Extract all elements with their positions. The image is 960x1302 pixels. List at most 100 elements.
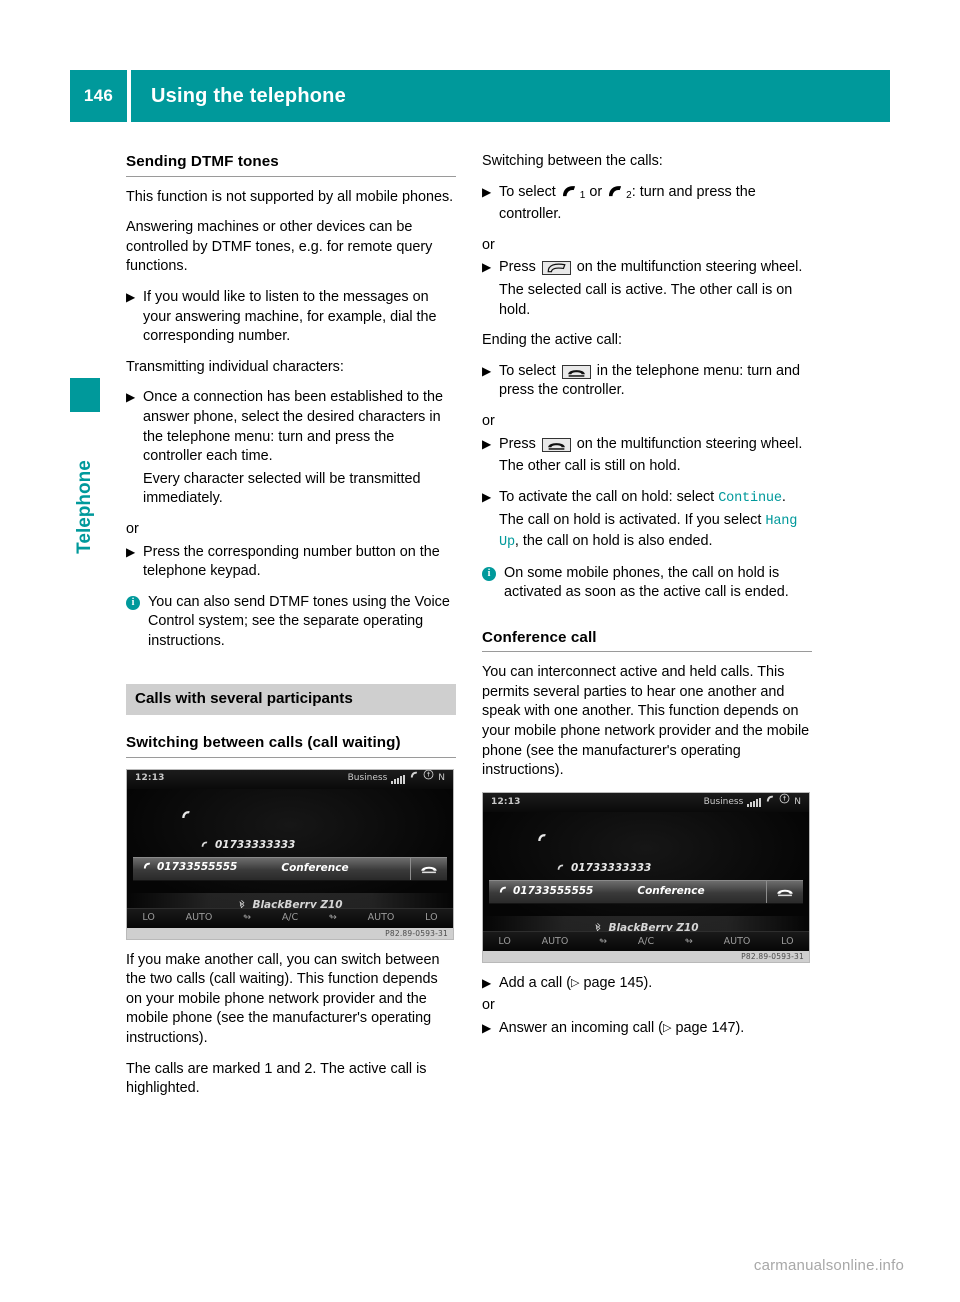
or-connector-2: or [482,412,495,429]
note-text-part-a: The call on hold is activated. If you se… [499,512,762,529]
paragraph-calls-marked: The calls are marked 1 and 2. The active… [126,1060,427,1097]
climate-right-auto: AUTO [723,935,751,947]
end-call-button-icon [541,437,571,452]
or-connector-1: or [482,236,495,253]
bullet-marker-icon: ▶ [482,260,492,275]
call-1-number: 01733333333 [199,836,295,857]
bullet-marker-icon: ▶ [126,289,136,304]
active-call-row[interactable]: 01733555555 Conference [133,856,447,881]
info-icon: i [126,595,140,610]
step-text-part-a: Answer an incoming call ( [499,1020,663,1037]
paragraph-interconnect-calls: You can interconnect active and held cal… [482,664,810,779]
comand-status-icons: Business N [704,793,801,812]
step-select-end-call-in-menu: ▶ To select in the telephone menu: turn … [482,362,812,401]
call-2-number: 01733555555 [489,882,593,903]
note-text-part-b: , the call on hold is also ended. [514,532,713,549]
step-subtext: Every character selected will be transmi… [143,470,421,507]
paragraph-if-you-make-another-call: If you make another call, you can switch… [126,951,440,1047]
accept-call-button-icon [541,261,571,276]
heading-rule [126,175,456,177]
small-handset-icon [555,860,566,880]
step-text-part-a: Add a call ( [499,974,571,991]
active-call-row[interactable]: 01733555555 Conference [489,879,803,904]
page-reference-arrow-icon: ▷ [571,976,580,989]
network-operator-label: Business [347,773,388,784]
comand-call-list: 01733333333 01733555555 Conference Black… [483,811,809,943]
step-press-number-button: ▶ Press the corresponding number button … [126,543,456,582]
heading-switching-between-calls: Switching between calls (call waiting) [126,734,401,752]
page-reference-145[interactable]: page 145 [583,975,643,991]
seat-heat-left-icon: ↬ [243,912,252,924]
page-reference-147[interactable]: page 147 [675,1020,735,1036]
comand-status-bar: 12:13 Business N [127,769,453,790]
step-text: If you would like to listen to the messa… [143,288,437,345]
heading-conference-call: Conference call [482,628,597,646]
conference-button-label[interactable]: Conference [637,882,704,902]
paragraph-answering-machines: Answering machines or other devices can … [126,219,433,275]
roaming-indicator: N [438,773,445,784]
comand-status-bar: 12:13 Business N [483,792,809,813]
step-listen-to-messages: ▶ If you would like to listen to the mes… [126,288,456,347]
chapter-side-tab: Telephone [70,378,100,554]
handset-1-subscript: 1 [579,189,586,201]
step-every-character-note: Every character selected will be transmi… [126,470,456,509]
bullet-marker-icon: ▶ [482,489,492,504]
climate-ac-label: A/C [637,935,655,947]
step-text-or: or [589,183,603,200]
handset-icon [409,770,419,789]
comand-clock: 12:13 [491,796,521,807]
climate-right-lo: LO [781,935,794,947]
paragraph-not-supported: This function is not supported by all mo… [126,188,454,205]
step-text-end: ). [643,974,653,991]
step-once-connection-established: ▶ Once a connection has been established… [126,388,456,466]
step-call-on-hold-activated-note: The call on hold is activated. If you se… [482,511,812,552]
left-column: Sending DTMF tones This function is not … [126,152,456,1110]
heading-rule [482,651,812,653]
step-text-part-b: on the multifunction steering wheel. [576,259,803,276]
bullet-marker-icon: ▶ [482,184,492,199]
call-1-handset-icon [535,832,549,852]
bullet-marker-icon: ▶ [482,1021,492,1036]
comand-display: 12:13 Business N 01733333333 01733555555… [127,769,453,939]
step-activate-call-on-hold: ▶ To activate the call on hold: select C… [482,488,812,509]
site-watermark: carmanualsonline.info [753,1257,904,1274]
call-1-number: 01733333333 [555,859,651,880]
step-text-part-a: Press [499,259,536,276]
heading-rule [126,756,456,758]
signal-strength-icon [747,797,762,807]
call-2-number: 01733555555 [133,858,237,879]
page-reference-arrow-icon: ▷ [662,1022,672,1035]
climate-left-lo: LO [498,935,511,947]
step-text: Press the corresponding number button on… [143,543,440,580]
end-call-button[interactable] [766,880,803,903]
chapter-tab-label: Telephone [74,460,95,554]
climate-left-lo: LO [142,912,155,924]
handset-2-icon [607,184,624,198]
step-subtext: The selected call is active. The other c… [499,281,793,318]
end-call-menu-icon [561,364,591,379]
section-band-calls-with-several-participants: Calls with several participants [126,684,456,716]
step-press-end-call-button: ▶ Press on the multifunction steering wh… [482,435,812,455]
end-call-button[interactable] [410,857,447,880]
chapter-tab-marker [70,378,100,412]
call-2-number-text: 01733555555 [157,861,238,874]
paragraph-switching-between-the-calls: Switching between the calls: [482,153,663,169]
comand-status-icons: Business N [347,769,445,789]
conference-button-label[interactable]: Conference [281,859,348,879]
step-add-a-call: ▶ Add a call (▷ page 145). [482,974,812,994]
mute-circle-icon [779,793,790,812]
menu-item-continue[interactable]: Continue [718,491,782,506]
figure-id-caption: P82.89-0593-31 [483,950,809,962]
comand-clock: 12:13 [135,773,165,784]
or-connector-1: or [126,520,139,537]
bullet-marker-icon: ▶ [126,390,136,405]
step-text-end: ). [735,1020,745,1037]
climate-left-auto: AUTO [185,912,213,924]
active-handset-icon [497,883,509,903]
seat-heat-right-icon: ↬ [328,912,337,924]
step-selected-call-active-note: The selected call is active. The other c… [482,281,812,320]
comand-call-list: 01733333333 01733555555 Conference Black… [127,788,453,920]
small-handset-icon [199,837,210,857]
call-1-handset-icon [179,809,193,829]
info-icon: i [482,566,496,581]
